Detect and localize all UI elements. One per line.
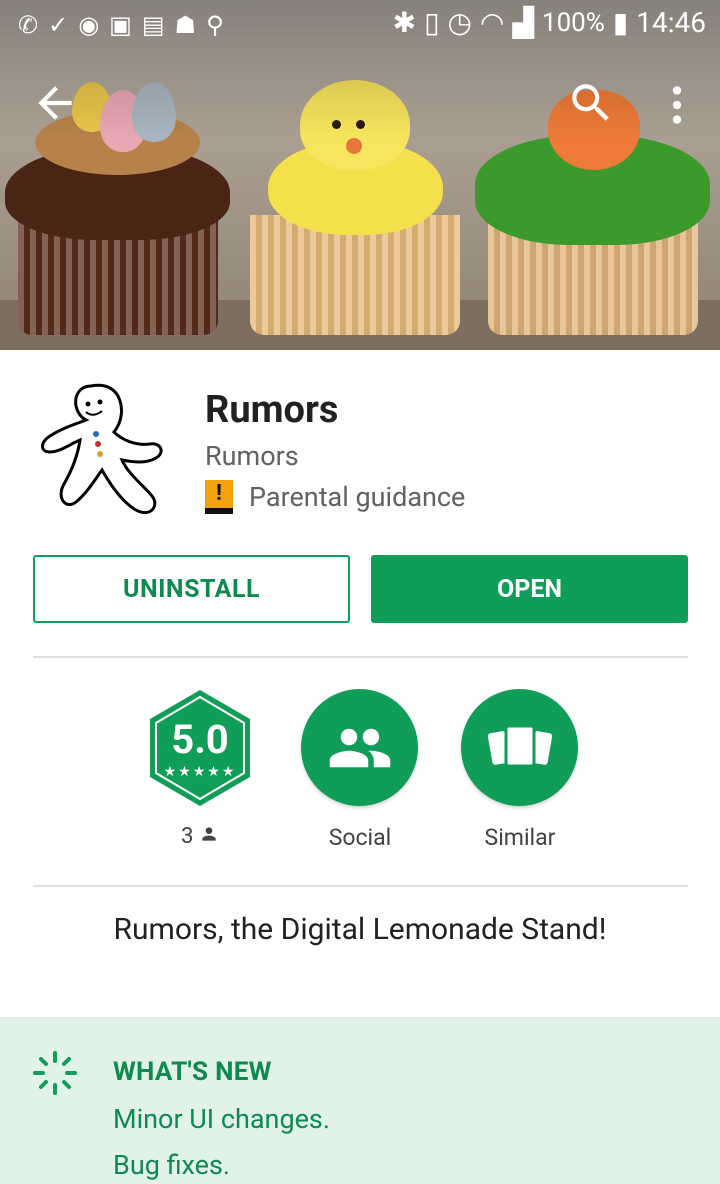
arrow-back-icon bbox=[38, 86, 72, 120]
status-bar: ✆ ✓ ◉ ▣ ▤ ☗ ⚲ ✱ ▯ ◷ ◠ ▟ 100% ▮ 14:46 bbox=[0, 0, 720, 50]
sync-icon: ▣ bbox=[109, 11, 132, 39]
app-title: Rumors bbox=[205, 388, 339, 432]
content-rating[interactable]: ! Parental guidance bbox=[205, 480, 465, 514]
sparkle-icon bbox=[32, 1050, 78, 1096]
check-icon: ✓ bbox=[48, 11, 69, 39]
parental-guidance-icon: ! bbox=[205, 480, 233, 514]
bluetooth-icon: ✱ bbox=[392, 6, 417, 39]
app-tagline[interactable]: Rumors, the Digital Lemonade Stand! bbox=[0, 912, 720, 947]
overflow-menu-button[interactable] bbox=[660, 80, 694, 130]
whats-new-title: WHAT'S NEW bbox=[113, 1057, 272, 1087]
notification-icons: ✆ ✓ ◉ ▣ ▤ ☗ ⚲ bbox=[18, 8, 224, 42]
cards-icon bbox=[487, 724, 552, 767]
feature-graphic bbox=[0, 0, 720, 350]
divider bbox=[33, 656, 688, 658]
rating-badge[interactable]: 5.0 ★★★★★ bbox=[140, 688, 260, 808]
whats-new-line: Bug fixes. bbox=[113, 1149, 231, 1181]
rating-stars: ★★★★★ bbox=[163, 764, 237, 780]
similar-button[interactable] bbox=[461, 689, 578, 806]
more-vert-icon bbox=[672, 86, 682, 124]
android-icon: ☗ bbox=[174, 11, 197, 39]
gingerbread-man-icon bbox=[41, 383, 163, 515]
open-button[interactable]: OPEN bbox=[371, 555, 688, 623]
search-button[interactable] bbox=[566, 78, 616, 128]
alarm-icon: ◷ bbox=[447, 6, 472, 39]
clock: 14:46 bbox=[636, 6, 706, 39]
system-status: ✱ ▯ ◷ ◠ ▟ 100% ▮ 14:46 bbox=[393, 6, 706, 39]
content-rating-label: Parental guidance bbox=[249, 481, 466, 513]
app-icon bbox=[36, 378, 166, 528]
notification-icon: ◉ bbox=[78, 11, 100, 39]
search-icon bbox=[572, 84, 609, 121]
wifi-icon: ◠ bbox=[479, 6, 505, 39]
uninstall-button[interactable]: UNINSTALL bbox=[33, 555, 350, 623]
missed-call-icon: ✆ bbox=[18, 11, 39, 39]
battery-percent: 100% bbox=[541, 7, 605, 38]
whats-new-section[interactable] bbox=[0, 1017, 720, 1184]
people-icon bbox=[329, 728, 390, 767]
rating-count: 3 bbox=[140, 824, 260, 850]
similar-label: Similar bbox=[484, 824, 556, 851]
whats-new-line: Minor UI changes. bbox=[113, 1103, 330, 1135]
social-button[interactable] bbox=[301, 689, 418, 806]
person-icon bbox=[199, 824, 219, 850]
divider bbox=[33, 885, 688, 887]
message-icon: ▤ bbox=[141, 11, 165, 39]
rating-score: 5.0 bbox=[171, 716, 229, 763]
battery-charging-icon: ▮ bbox=[612, 6, 629, 39]
back-button[interactable] bbox=[30, 78, 80, 128]
developer-link[interactable]: Rumors bbox=[205, 440, 299, 472]
vibrate-icon: ▯ bbox=[424, 6, 440, 39]
social-label: Social bbox=[328, 824, 392, 851]
usb-icon: ⚲ bbox=[206, 11, 224, 39]
signal-icon: ▟ bbox=[512, 6, 534, 39]
